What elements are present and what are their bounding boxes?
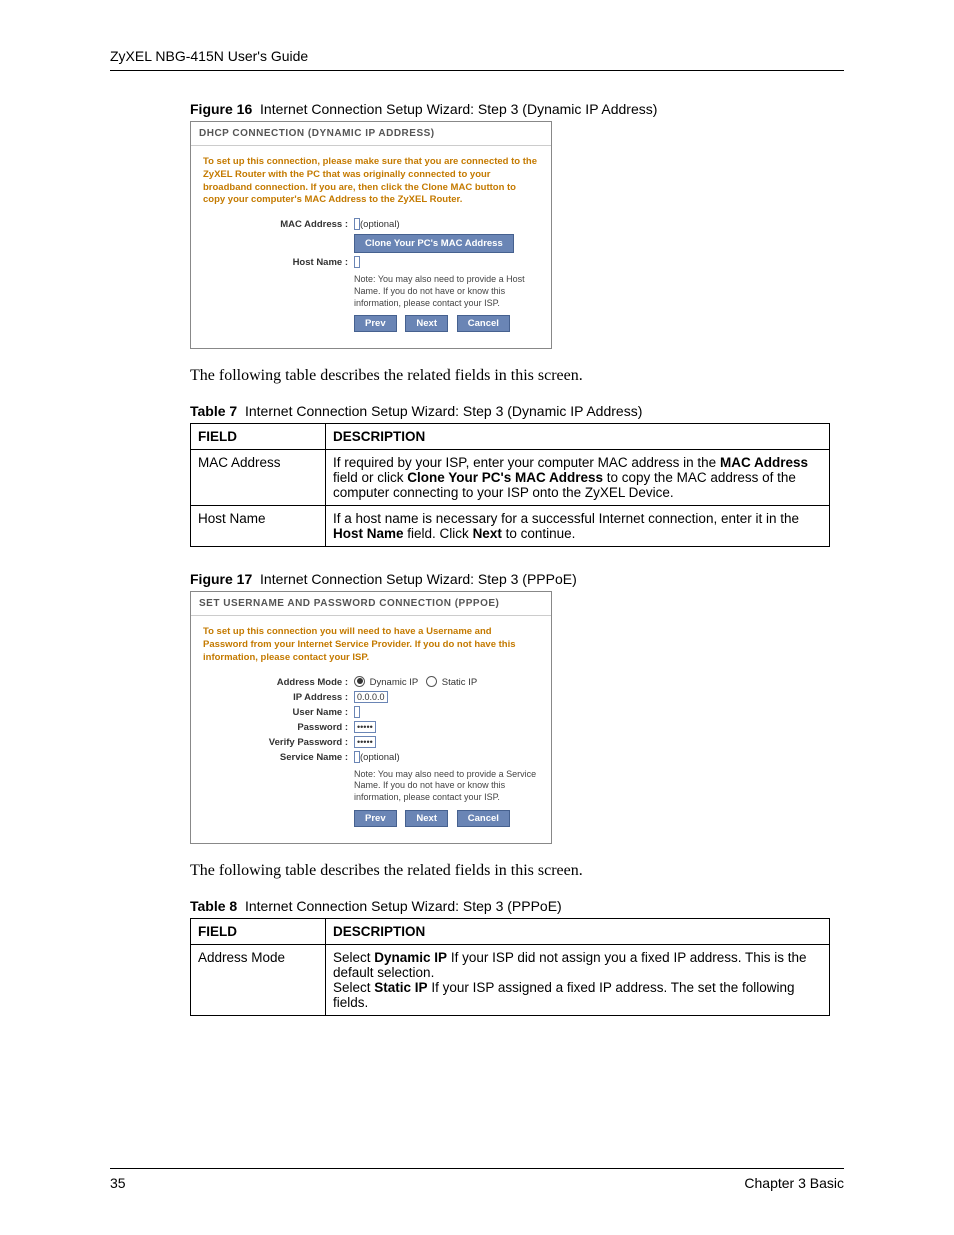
page-number: 35 xyxy=(110,1175,126,1191)
prev-button[interactable]: Prev xyxy=(354,315,397,332)
next-button[interactable]: Next xyxy=(405,315,448,332)
chapter-label: Chapter 3 Basic xyxy=(744,1175,844,1191)
txt: to continue. xyxy=(502,526,576,541)
table8-title: Internet Connection Setup Wizard: Step 3… xyxy=(245,898,562,914)
table7-caption: Table 7 Internet Connection Setup Wizard… xyxy=(190,403,844,419)
user-name-label: User Name : xyxy=(203,707,354,718)
service-name-label: Service Name : xyxy=(203,752,354,763)
bold-mac-address: MAC Address xyxy=(720,455,808,470)
paragraph-fig16: The following table describes the relate… xyxy=(190,367,844,385)
table-row: MAC Address If required by your ISP, ent… xyxy=(191,450,830,506)
txt: field or click xyxy=(333,470,407,485)
page-footer: 35 Chapter 3 Basic xyxy=(110,1168,844,1191)
next-button[interactable]: Next xyxy=(405,810,448,827)
static-ip-radio[interactable] xyxy=(426,676,437,687)
bold-static-ip: Static IP xyxy=(374,980,427,995)
bold-clone-mac: Clone Your PC's MAC Address xyxy=(407,470,603,485)
table8-caption: Table 8 Internet Connection Setup Wizard… xyxy=(190,898,844,914)
figure16-caption: Figure 16 Internet Connection Setup Wiza… xyxy=(190,101,844,117)
user-name-input[interactable] xyxy=(354,706,360,718)
table8-label: Table 8 xyxy=(190,898,237,914)
table7-head-field: FIELD xyxy=(191,424,326,450)
cancel-button[interactable]: Cancel xyxy=(457,810,510,827)
figure16-title: Internet Connection Setup Wizard: Step 3… xyxy=(260,101,657,117)
ip-address-label: IP Address : xyxy=(203,692,354,703)
fig17-intro: To set up this connection you will need … xyxy=(191,616,551,664)
table8-head-desc: DESCRIPTION xyxy=(326,918,830,944)
table7-r1-field: Host Name xyxy=(191,506,326,547)
dynamic-ip-radio[interactable] xyxy=(354,676,365,687)
bold-dynamic-ip: Dynamic IP xyxy=(374,950,447,965)
txt: If a host name is necessary for a succes… xyxy=(333,511,799,526)
figure17-panel: SET USERNAME AND PASSWORD CONNECTION (PP… xyxy=(190,591,552,844)
fig16-note: Note: You may also need to provide a Hos… xyxy=(354,272,544,315)
table7-title: Internet Connection Setup Wizard: Step 3… xyxy=(245,403,642,419)
host-name-label: Host Name : xyxy=(203,257,354,268)
running-header: ZyXEL NBG-415N User's Guide xyxy=(110,48,844,71)
table7-r1-desc: If a host name is necessary for a succes… xyxy=(326,506,830,547)
address-mode-label: Address Mode : xyxy=(203,677,354,688)
figure17-caption: Figure 17 Internet Connection Setup Wiza… xyxy=(190,571,844,587)
txt: Select xyxy=(333,950,374,965)
fig16-panel-title: DHCP CONNECTION (DYNAMIC IP ADDRESS) xyxy=(191,122,551,146)
paragraph-fig17: The following table describes the relate… xyxy=(190,862,844,880)
table8-r0-desc: Select Dynamic IP If your ISP did not as… xyxy=(326,944,830,1015)
table-row: Host Name If a host name is necessary fo… xyxy=(191,506,830,547)
host-name-input[interactable] xyxy=(354,256,360,268)
figure17-title: Internet Connection Setup Wizard: Step 3… xyxy=(260,571,577,587)
fig17-panel-title: SET USERNAME AND PASSWORD CONNECTION (PP… xyxy=(191,592,551,616)
table7-label: Table 7 xyxy=(190,403,237,419)
fig16-intro: To set up this connection, please make s… xyxy=(191,146,551,207)
password-label: Password : xyxy=(203,722,354,733)
table7-head-desc: DESCRIPTION xyxy=(326,424,830,450)
verify-password-label: Verify Password : xyxy=(203,737,354,748)
table7-r0-desc: If required by your ISP, enter your comp… xyxy=(326,450,830,506)
table8: FIELD DESCRIPTION Address Mode Select Dy… xyxy=(190,918,830,1016)
txt: Select xyxy=(333,980,374,995)
ip-address-input[interactable]: 0.0.0.0 xyxy=(354,691,388,703)
txt: If required by your ISP, enter your comp… xyxy=(333,455,720,470)
cancel-button[interactable]: Cancel xyxy=(457,315,510,332)
prev-button[interactable]: Prev xyxy=(354,810,397,827)
static-ip-text: Static IP xyxy=(442,677,477,688)
mac-optional-text: (optional) xyxy=(360,219,400,230)
dynamic-ip-text: Dynamic IP xyxy=(370,677,419,688)
table7: FIELD DESCRIPTION MAC Address If require… xyxy=(190,423,830,547)
bold-host-name: Host Name xyxy=(333,526,404,541)
verify-password-input[interactable]: ••••• xyxy=(354,736,376,748)
figure17-label: Figure 17 xyxy=(190,571,252,587)
txt: field. Click xyxy=(404,526,473,541)
table-row: Address Mode Select Dynamic IP If your I… xyxy=(191,944,830,1015)
table8-head-field: FIELD xyxy=(191,918,326,944)
table-row: FIELD DESCRIPTION xyxy=(191,918,830,944)
table8-r0-field: Address Mode xyxy=(191,944,326,1015)
service-optional-text: (optional) xyxy=(360,752,400,763)
table7-r0-field: MAC Address xyxy=(191,450,326,506)
figure16-panel: DHCP CONNECTION (DYNAMIC IP ADDRESS) To … xyxy=(190,121,552,349)
clone-mac-button[interactable]: Clone Your PC's MAC Address xyxy=(354,234,514,253)
password-input[interactable]: ••••• xyxy=(354,721,376,733)
bold-next: Next xyxy=(473,526,502,541)
figure16-label: Figure 16 xyxy=(190,101,252,117)
fig17-note: Note: You may also need to provide a Ser… xyxy=(354,767,544,810)
table-row: FIELD DESCRIPTION xyxy=(191,424,830,450)
mac-address-label: MAC Address : xyxy=(203,219,354,230)
